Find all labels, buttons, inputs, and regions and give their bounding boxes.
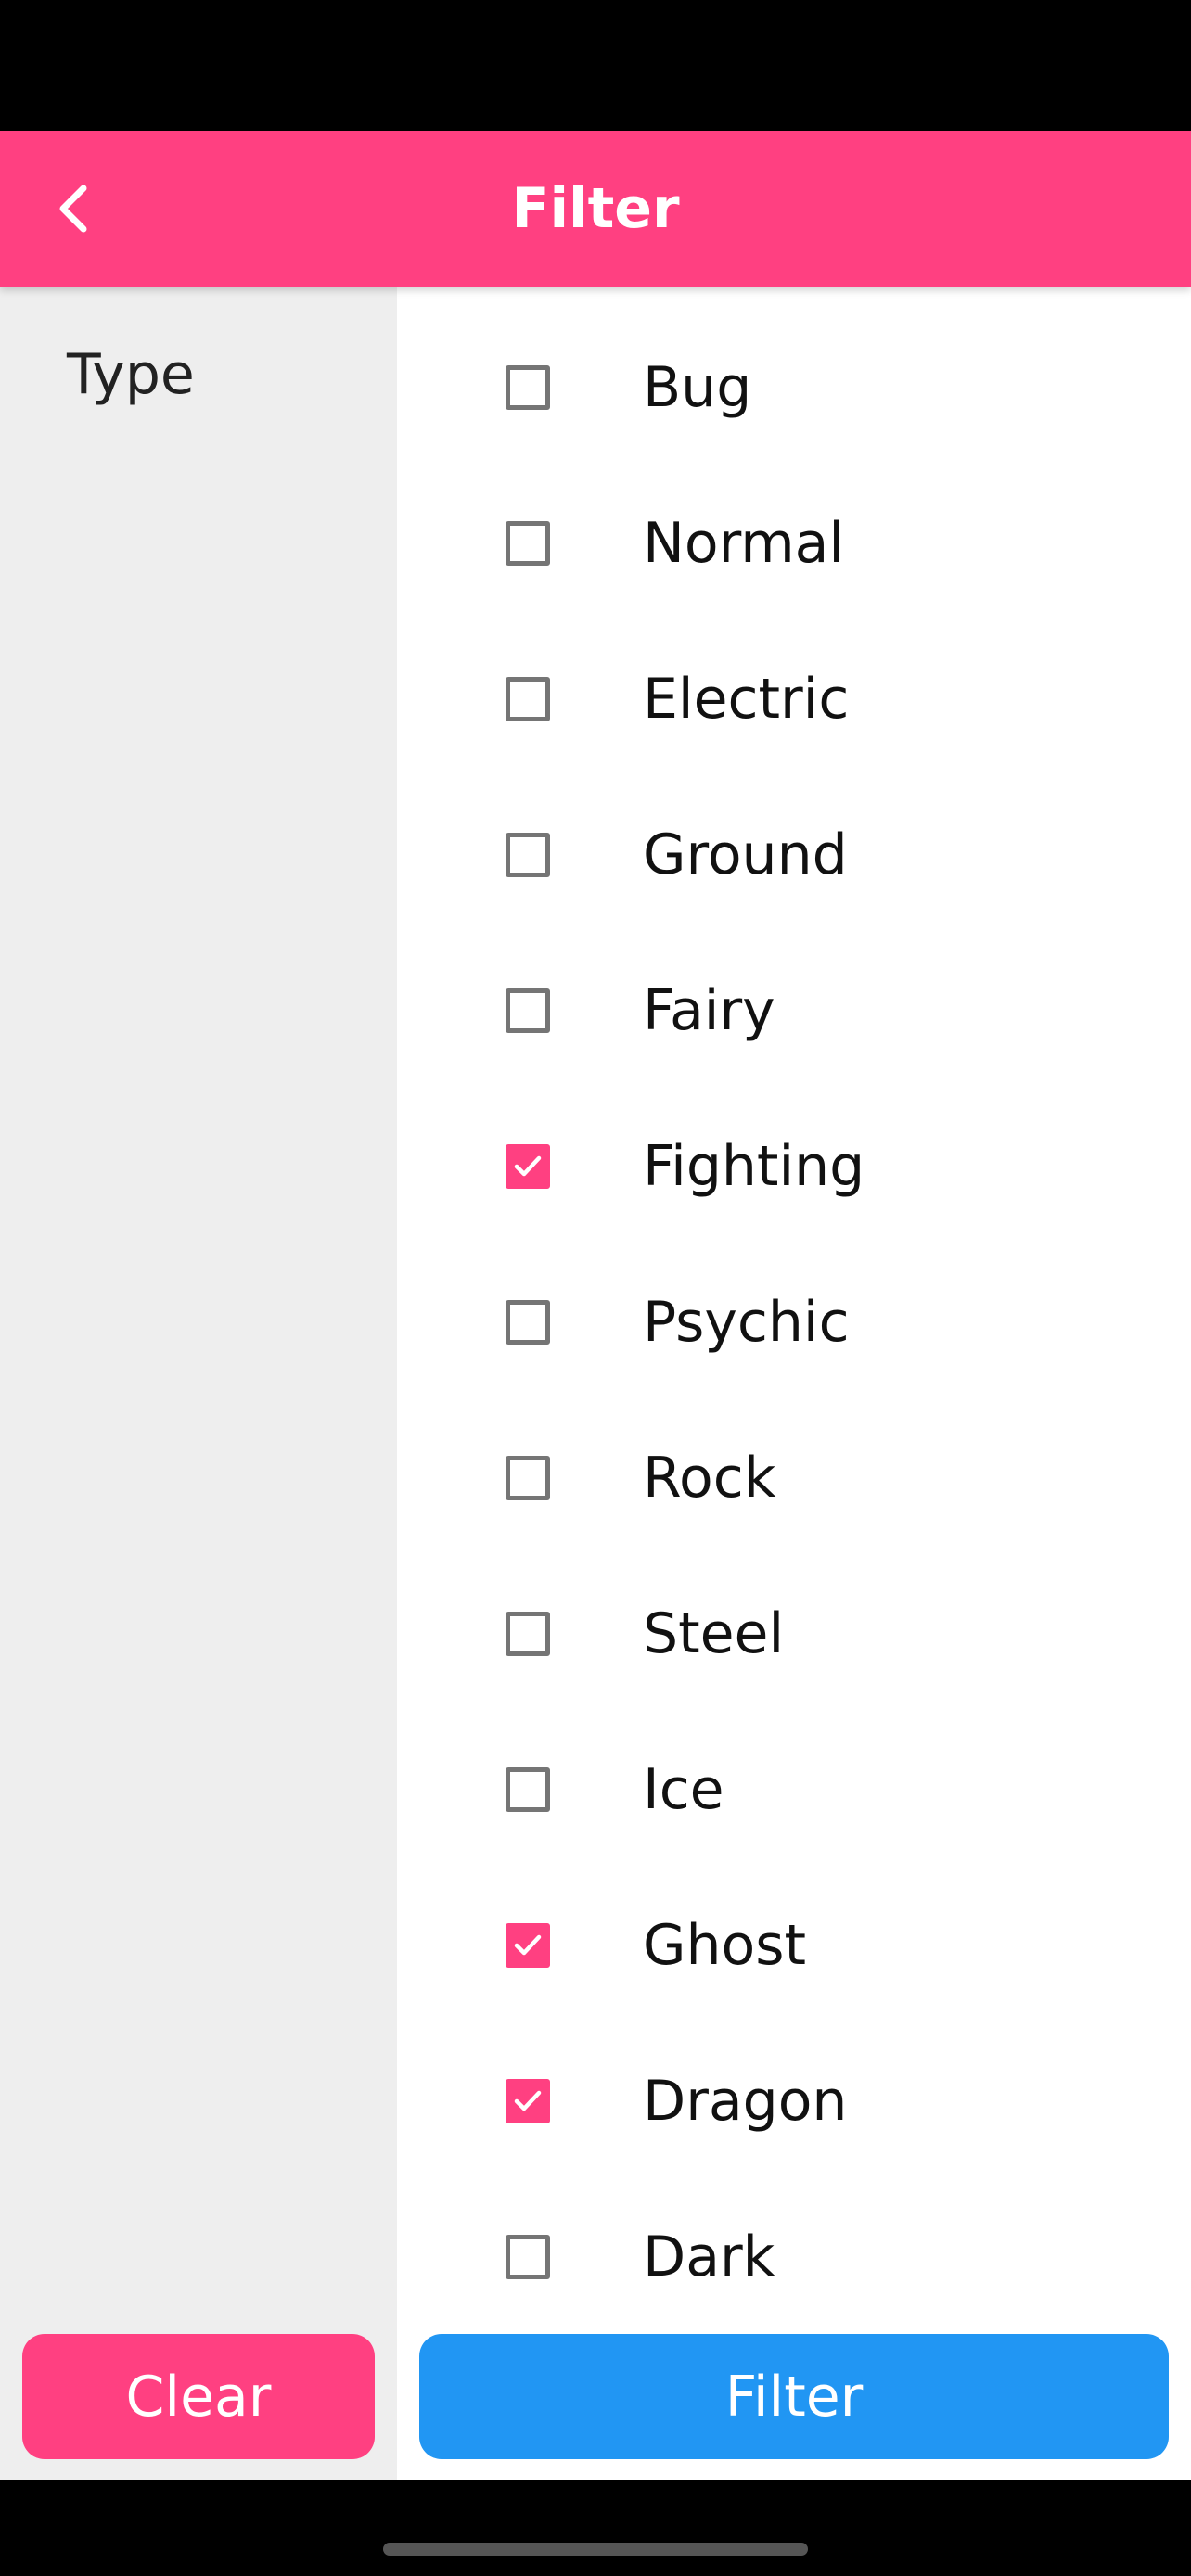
option-row[interactable]: Steel [397, 1556, 1191, 1712]
status-bar [0, 0, 1191, 131]
option-row[interactable]: Ice [397, 1712, 1191, 1868]
navigation-bar [0, 2480, 1191, 2576]
filter-content: Type Bug Normal Electric Ground Fairy Fightin… [0, 287, 1191, 2480]
option-label: Steel [643, 1601, 785, 1666]
checkbox[interactable] [506, 1300, 550, 1345]
checkbox[interactable] [506, 1612, 550, 1656]
option-row[interactable]: Electric [397, 621, 1191, 777]
option-label: Electric [643, 667, 850, 732]
checkbox[interactable] [506, 1144, 550, 1189]
checkbox[interactable] [506, 677, 550, 721]
checkbox[interactable] [506, 1456, 550, 1500]
option-label: Normal [643, 511, 845, 576]
app-bar: Filter [0, 131, 1191, 287]
option-row[interactable]: Normal [397, 465, 1191, 621]
home-indicator[interactable] [383, 2543, 808, 2556]
checkbox[interactable] [506, 1923, 550, 1968]
options-list: Bug Normal Electric Ground Fairy Fighting Psyc… [397, 287, 1191, 2480]
option-label: Psychic [643, 1290, 850, 1355]
option-label: Rock [643, 1446, 776, 1511]
checkbox[interactable] [506, 365, 550, 410]
option-label: Fairy [643, 978, 775, 1043]
page-title: Filter [511, 176, 680, 241]
checkbox[interactable] [506, 1767, 550, 1812]
checkbox[interactable] [506, 2235, 550, 2279]
checkbox[interactable] [506, 521, 550, 566]
option-row[interactable]: Psychic [397, 1244, 1191, 1400]
option-row[interactable]: Dragon [397, 2023, 1191, 2179]
option-label: Bug [643, 355, 752, 420]
clear-button[interactable]: Clear [22, 2334, 375, 2459]
checkmark-icon [514, 1155, 542, 1177]
checkmark-icon [514, 1934, 542, 1956]
checkbox[interactable] [506, 833, 550, 877]
option-label: Ghost [643, 1913, 807, 1978]
category-sidebar: Type [0, 287, 397, 2480]
option-label: Ice [643, 1757, 724, 1822]
checkbox[interactable] [506, 988, 550, 1033]
option-row[interactable]: Fairy [397, 933, 1191, 1089]
checkbox[interactable] [506, 2079, 550, 2123]
option-label: Dark [643, 2225, 775, 2289]
checkmark-icon [514, 2090, 542, 2111]
option-row[interactable]: Rock [397, 1400, 1191, 1556]
option-row[interactable]: Bug [397, 310, 1191, 465]
option-row[interactable]: Dark [397, 2179, 1191, 2335]
filter-button[interactable]: Filter [419, 2334, 1169, 2459]
option-label: Fighting [643, 1134, 865, 1199]
option-row[interactable]: Fighting [397, 1089, 1191, 1244]
category-type[interactable]: Type [67, 342, 195, 407]
option-row[interactable]: Ground [397, 777, 1191, 933]
option-label: Dragon [643, 2069, 848, 2134]
option-row[interactable]: Ghost [397, 1868, 1191, 2023]
option-label: Ground [643, 823, 848, 887]
